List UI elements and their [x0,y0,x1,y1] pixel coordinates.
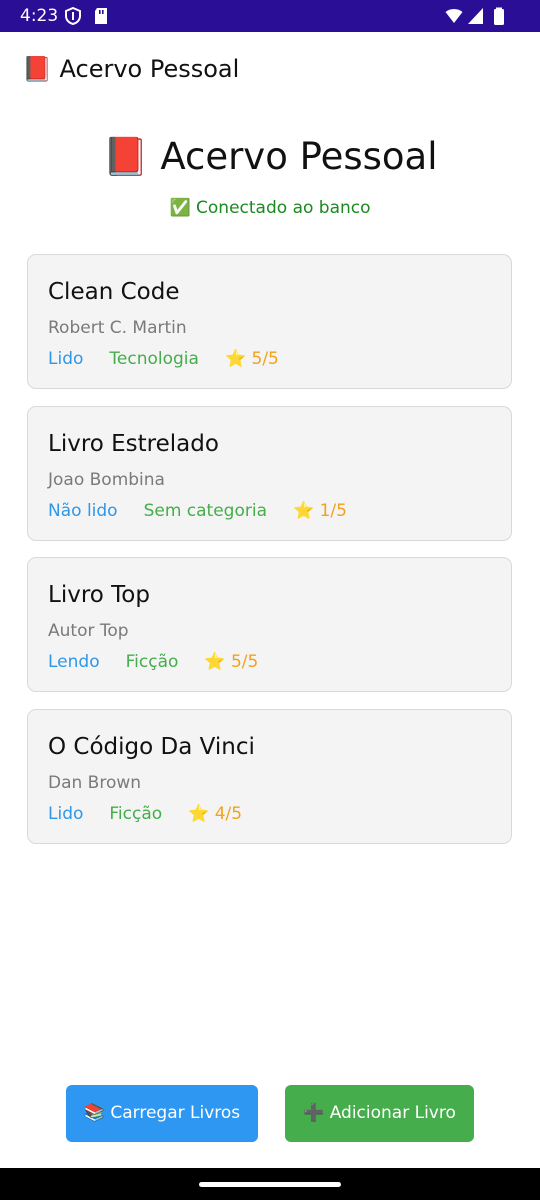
load-books-button[interactable]: 📚 Carregar Livros [66,1085,258,1142]
connection-status: ✅ Conectado ao banco [169,198,371,218]
book-meta: Lendo Ficção ⭐ 5/5 [48,650,258,674]
navigation-bar [0,1168,540,1200]
book-status: Não lido [48,501,118,521]
book-rating: ⭐ 4/5 [188,804,243,824]
home-gesture-handle[interactable] [199,1182,341,1187]
app-bar-title: 📕 Acervo Pessoal [22,55,240,83]
battery-icon [494,7,504,25]
book-title: Livro Estrelado [48,431,219,457]
cell-signal-icon [468,8,483,24]
book-status: Lido [48,349,84,369]
book-category: Ficção [125,652,179,672]
book-title: Clean Code [48,279,180,305]
book-rating: ⭐ 5/5 [204,652,259,672]
status-time: 4:23 [20,6,59,26]
book-rating: ⭐ 5/5 [224,349,279,369]
book-meta: Lido Tecnologia ⭐ 5/5 [48,347,279,371]
book-category: Sem categoria [143,501,268,521]
book-rating: ⭐ 1/5 [293,501,347,521]
book-author: Robert C. Martin [48,318,187,338]
page-title: 📕 Acervo Pessoal [102,135,438,178]
book-card[interactable]: Livro Estrelado Joao Bombina Não lido Se… [27,406,512,541]
sd-card-icon [95,8,107,24]
add-book-button[interactable]: ➕ Adicionar Livro [285,1085,474,1142]
wifi-icon [445,9,463,23]
vpn-shield-icon [65,7,81,25]
book-author: Joao Bombina [48,470,165,490]
book-status: Lido [48,804,84,824]
book-card[interactable]: Clean Code Robert C. Martin Lido Tecnolo… [27,254,512,389]
book-author: Dan Brown [48,773,142,793]
book-status: Lendo [48,652,100,672]
book-category: Ficção [109,804,163,824]
status-bar: 4:23 [0,0,540,32]
book-card[interactable]: Livro Top Autor Top Lendo Ficção ⭐ 5/5 [27,557,512,692]
book-author: Autor Top [48,621,129,641]
book-title: O Código Da Vinci [48,734,255,760]
book-card[interactable]: O Código Da Vinci Dan Brown Lido Ficção … [27,709,512,844]
app-bar: 📕 Acervo Pessoal [0,32,540,106]
book-category: Tecnologia [109,349,199,369]
book-meta: Lido Ficção ⭐ 4/5 [48,802,242,826]
book-title: Livro Top [48,582,150,608]
book-meta: Não lido Sem categoria ⭐ 1/5 [48,499,347,523]
